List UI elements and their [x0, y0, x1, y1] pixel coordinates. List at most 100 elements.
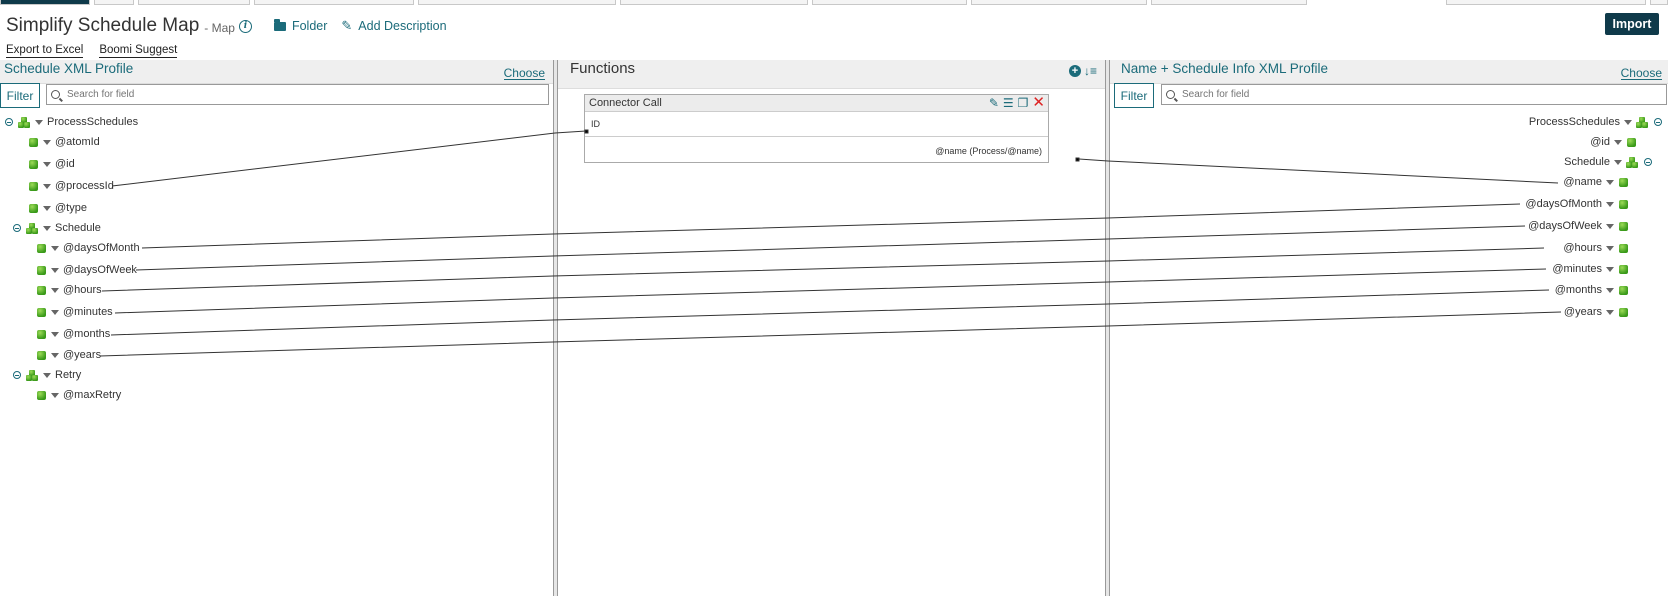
- tab-stub[interactable]: [418, 0, 616, 5]
- tab-stub[interactable]: [94, 0, 134, 5]
- dropdown-arrow-icon[interactable]: [1614, 159, 1622, 165]
- dropdown-arrow-icon[interactable]: [51, 287, 59, 293]
- dropdown-arrow-icon[interactable]: [35, 119, 43, 125]
- dropdown-arrow-icon[interactable]: [1606, 179, 1614, 185]
- edit-icon[interactable]: ✎: [989, 96, 999, 110]
- tree-node-schedule[interactable]: Schedule: [1564, 154, 1652, 170]
- target-search: [1161, 84, 1667, 105]
- function-box-title: Connector Call: [589, 97, 662, 109]
- folder-link[interactable]: Folder: [273, 18, 327, 33]
- dropdown-arrow-icon[interactable]: [51, 245, 59, 251]
- function-box-connector-call[interactable]: Connector Call ✎ ☰ ❐ ✕ ID @name (Process…: [584, 94, 1049, 163]
- dropdown-arrow-icon[interactable]: [1606, 223, 1614, 229]
- function-box-header: Connector Call ✎ ☰ ❐ ✕: [585, 95, 1048, 112]
- dropdown-arrow-icon[interactable]: [51, 309, 59, 315]
- tree-node-processid[interactable]: @processId: [29, 178, 114, 194]
- dropdown-arrow-icon[interactable]: [43, 372, 51, 378]
- function-output-name[interactable]: @name (Process/@name): [935, 146, 1042, 156]
- tree-node-processschedules[interactable]: ProcessSchedules: [1529, 114, 1662, 130]
- target-choose-link[interactable]: Choose: [1620, 67, 1662, 80]
- tree-node-name[interactable]: @name: [1563, 174, 1628, 190]
- add-function-icon[interactable]: +: [1068, 65, 1081, 77]
- dropdown-arrow-icon[interactable]: [43, 161, 51, 167]
- tree-node-minutes[interactable]: @minutes: [1552, 261, 1628, 277]
- tab-stub[interactable]: [1151, 0, 1307, 5]
- tree-node-retry[interactable]: Retry: [13, 367, 81, 383]
- tree-node-daysofweek[interactable]: @daysOfWeek: [1528, 218, 1628, 234]
- source-search-input[interactable]: [67, 89, 515, 100]
- dropdown-arrow-icon[interactable]: [1624, 119, 1632, 125]
- target-search-input[interactable]: [1182, 89, 1632, 100]
- tree-node-months[interactable]: @months: [37, 326, 110, 342]
- import-button[interactable]: Import: [1605, 13, 1659, 35]
- dropdown-arrow-icon[interactable]: [51, 331, 59, 337]
- tab-stub[interactable]: [254, 0, 414, 5]
- info-icon[interactable]: i: [238, 19, 252, 33]
- field-icon: [37, 390, 46, 400]
- dropdown-arrow-icon[interactable]: [43, 139, 51, 145]
- tab-strip: [0, 0, 1668, 5]
- tree-node-id[interactable]: @id: [29, 156, 75, 172]
- tab-stub[interactable]: [0, 0, 90, 5]
- field-icon: [37, 307, 46, 317]
- tree-node-type[interactable]: @type: [29, 200, 87, 216]
- tree-node-minutes[interactable]: @minutes: [37, 304, 113, 320]
- dropdown-arrow-icon[interactable]: [43, 225, 51, 231]
- dropdown-arrow-icon[interactable]: [1614, 139, 1622, 145]
- tree-node-schedule[interactable]: Schedule: [13, 220, 101, 236]
- tab-stub[interactable]: [812, 0, 967, 5]
- source-choose-link[interactable]: Choose: [503, 67, 545, 80]
- dropdown-arrow-icon[interactable]: [51, 392, 59, 398]
- tree-node-daysofweek[interactable]: @daysOfWeek: [37, 262, 137, 278]
- dropdown-arrow-icon[interactable]: [1606, 266, 1614, 272]
- collapse-icon[interactable]: [5, 118, 13, 126]
- delete-icon[interactable]: ✕: [1032, 95, 1045, 110]
- tree-node-daysofmonth[interactable]: @daysOfMonth: [1525, 196, 1628, 212]
- tree-node-hours[interactable]: @hours: [1563, 240, 1628, 256]
- dropdown-arrow-icon[interactable]: [1606, 287, 1614, 293]
- tab-stub[interactable]: [1650, 0, 1668, 5]
- dropdown-arrow-icon[interactable]: [43, 205, 51, 211]
- tree-node-hours[interactable]: @hours: [37, 282, 102, 298]
- source-filter-button[interactable]: Filter: [0, 83, 40, 108]
- tree-node-atomid[interactable]: @atomId: [29, 134, 100, 150]
- export-to-excel-link[interactable]: Export to Excel: [6, 44, 84, 58]
- page-subtitle: - Map: [204, 20, 235, 35]
- dropdown-arrow-icon[interactable]: [51, 352, 59, 358]
- list-icon[interactable]: ☰: [1003, 96, 1014, 110]
- dropdown-arrow-icon[interactable]: [1606, 245, 1614, 251]
- dropdown-arrow-icon[interactable]: [51, 267, 59, 273]
- boomi-suggest-link[interactable]: Boomi Suggest: [99, 44, 178, 58]
- folder-icon: [273, 18, 286, 31]
- tab-stub[interactable]: [620, 0, 808, 5]
- tree-node-months[interactable]: @months: [1555, 282, 1628, 298]
- tree-node-processschedules[interactable]: ProcessSchedules: [5, 114, 138, 130]
- tab-stub[interactable]: [971, 0, 1147, 5]
- search-icon: [51, 90, 60, 99]
- dropdown-arrow-icon[interactable]: [43, 183, 51, 189]
- tree-node-years[interactable]: @years: [37, 347, 101, 363]
- tree-node-daysofmonth[interactable]: @daysOfMonth: [37, 240, 140, 256]
- add-description-link[interactable]: ✎ Add Description: [341, 18, 446, 34]
- tab-stub[interactable]: [138, 0, 250, 5]
- collapse-icon[interactable]: [13, 371, 21, 379]
- collapse-icon[interactable]: [1654, 118, 1662, 126]
- collapse-icon[interactable]: [1644, 158, 1652, 166]
- node-label: @daysOfMonth: [63, 242, 140, 254]
- page-title: Simplify Schedule Map: [6, 15, 200, 36]
- tree-node-years[interactable]: @years: [1564, 304, 1628, 320]
- source-search: [46, 84, 549, 105]
- node-label: @hours: [1563, 242, 1602, 254]
- collapse-icon[interactable]: [13, 224, 21, 232]
- tree-node-maxretry[interactable]: @maxRetry: [37, 387, 121, 403]
- dropdown-arrow-icon[interactable]: [1606, 201, 1614, 207]
- tree-node-id[interactable]: @id: [1590, 134, 1636, 150]
- field-icon: [37, 350, 46, 360]
- functions-pane: Functions + ↓≡ Connector Call ✎ ☰ ❐ ✕ ID…: [558, 60, 1105, 596]
- target-filter-button[interactable]: Filter: [1114, 83, 1154, 108]
- function-input-id[interactable]: ID: [591, 119, 600, 129]
- dropdown-arrow-icon[interactable]: [1606, 309, 1614, 315]
- tab-stub[interactable]: [1446, 0, 1646, 5]
- sort-icon[interactable]: ↓≡: [1084, 64, 1097, 78]
- copy-icon[interactable]: ❐: [1018, 96, 1029, 110]
